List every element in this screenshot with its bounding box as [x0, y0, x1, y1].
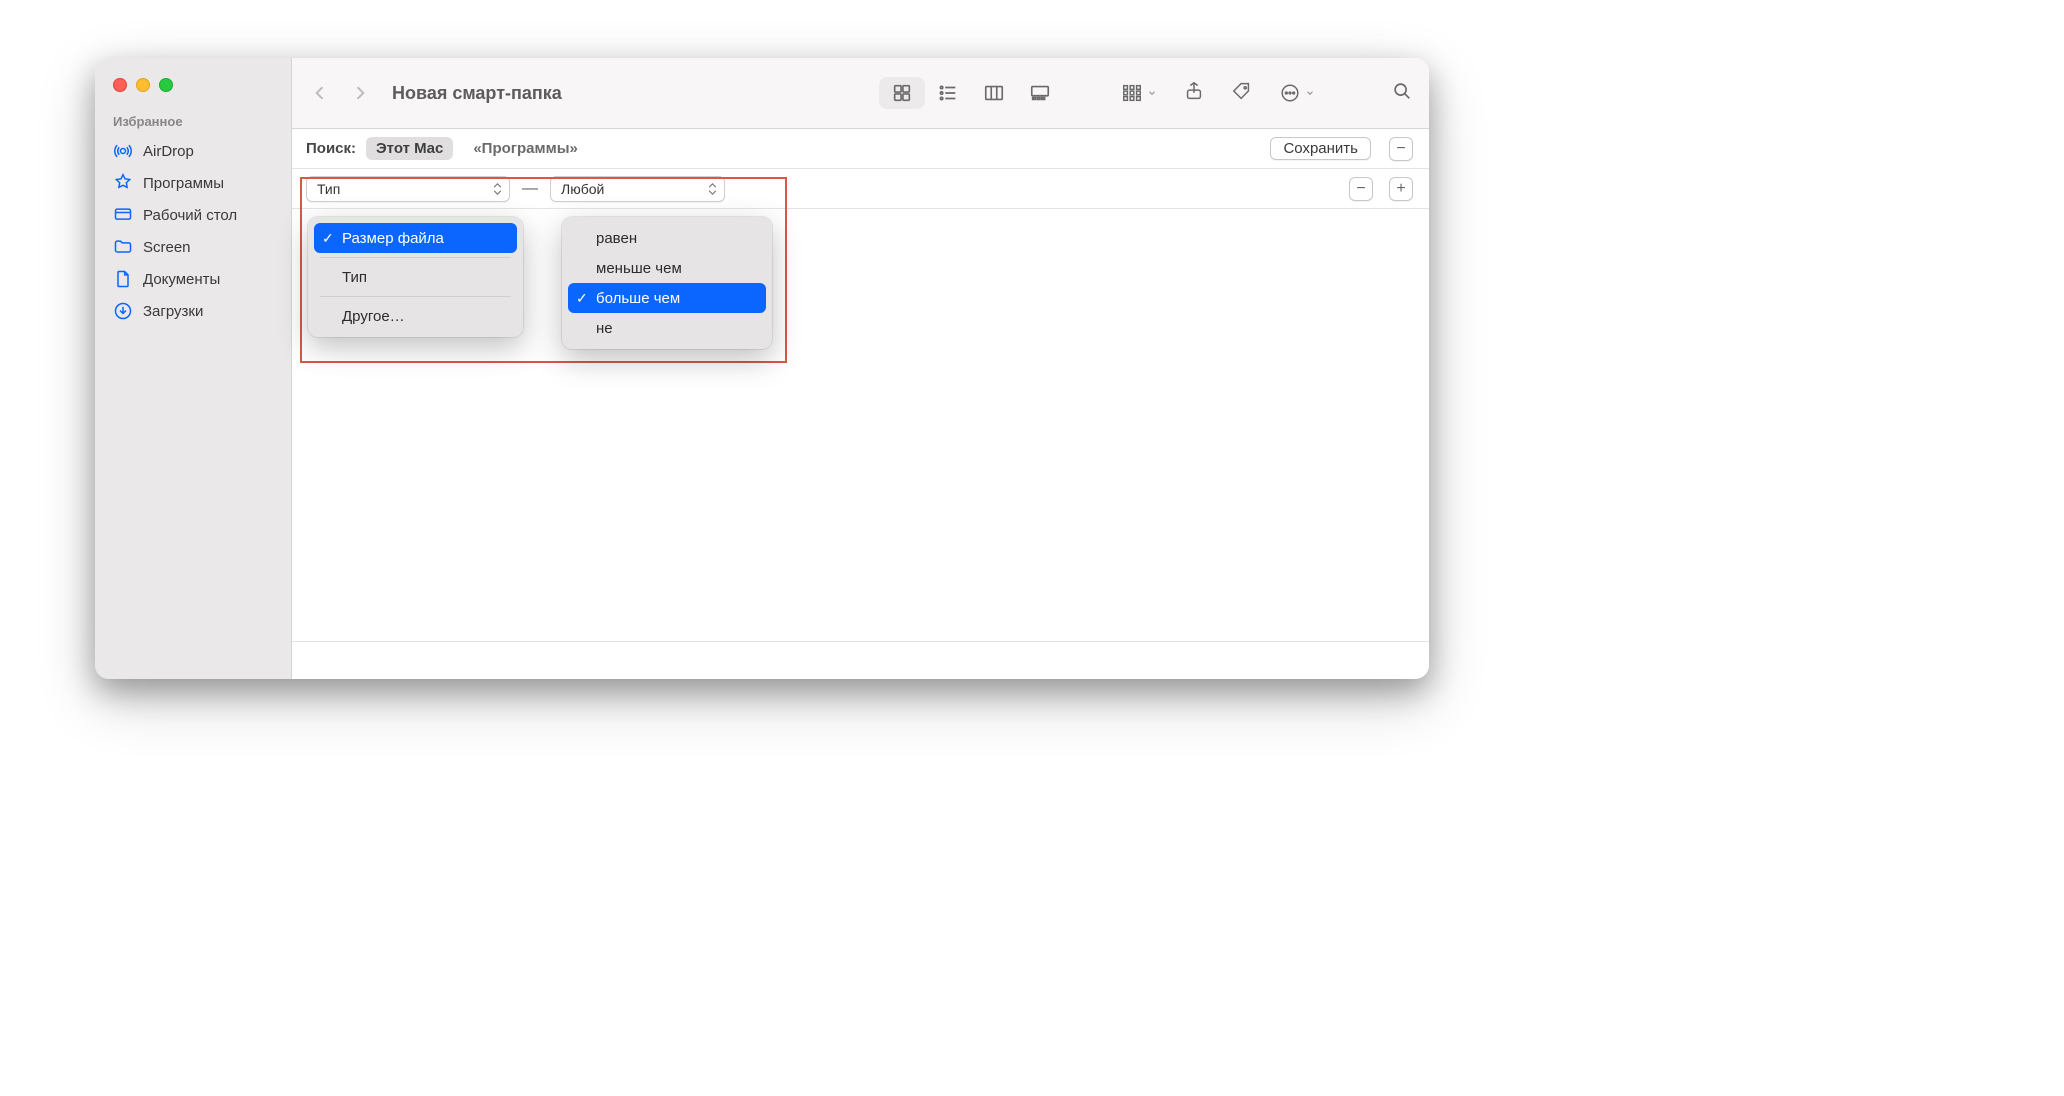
menu-item-greater-than[interactable]: больше чем	[568, 283, 766, 313]
stepper-icon	[708, 180, 718, 198]
criteria-attribute-select[interactable]: Тип	[306, 176, 510, 202]
sidebar-item-applications[interactable]: Программы	[95, 167, 291, 199]
criteria-row: Тип — Любой − +	[292, 169, 1429, 209]
sidebar-item-label: Screen	[143, 239, 191, 256]
sidebar-item-airdrop[interactable]: AirDrop	[95, 135, 291, 167]
sidebar-item-label: Программы	[143, 175, 224, 192]
back-button[interactable]	[310, 83, 330, 103]
view-icon-button[interactable]	[879, 77, 925, 109]
menu-item-label: больше чем	[596, 290, 680, 307]
desktop-icon	[113, 205, 133, 225]
airdrop-icon	[113, 141, 133, 161]
group-by-button[interactable]	[1121, 82, 1157, 104]
criteria-value: Любой	[561, 181, 604, 197]
sidebar-item-downloads[interactable]: Загрузки	[95, 295, 291, 327]
sidebar-item-label: AirDrop	[143, 143, 194, 160]
toolbar: Новая смарт-папка	[292, 58, 1429, 129]
stepper-icon	[493, 180, 503, 198]
criteria-value-select[interactable]: Любой	[550, 176, 725, 202]
actions-menu-button[interactable]	[1279, 82, 1315, 104]
menu-item-label: равен	[596, 230, 637, 247]
window-title: Новая смарт-папка	[392, 83, 562, 104]
search-label: Поиск:	[306, 140, 356, 157]
main-area: Новая смарт-папка	[292, 58, 1429, 679]
search-scope-row: Поиск: Этот Mac «Программы» Сохранить −	[292, 129, 1429, 169]
criteria-attribute-value: Тип	[317, 181, 340, 197]
menu-item-label: не	[596, 320, 613, 337]
menu-item-label: Размер файла	[342, 230, 444, 247]
remove-criteria-button[interactable]: −	[1349, 177, 1373, 201]
sidebar-item-screen[interactable]: Screen	[95, 231, 291, 263]
sidebar-item-label: Загрузки	[143, 303, 203, 320]
window-controls	[95, 72, 291, 108]
menu-item-type[interactable]: Тип	[314, 262, 517, 292]
tags-button[interactable]	[1231, 80, 1253, 107]
folder-icon	[113, 237, 133, 257]
menu-item-label: Тип	[342, 269, 367, 286]
documents-icon	[113, 269, 133, 289]
sidebar-section-favorites: Избранное	[95, 108, 291, 135]
criteria-separator: —	[522, 180, 538, 198]
forward-button[interactable]	[350, 83, 370, 103]
add-criteria-button[interactable]: +	[1389, 177, 1413, 201]
view-gallery-button[interactable]	[1017, 77, 1063, 109]
menu-separator	[320, 257, 511, 258]
remove-scope-button[interactable]: −	[1389, 137, 1413, 161]
minimize-window-button[interactable]	[136, 78, 150, 92]
sidebar-item-label: Документы	[143, 271, 220, 288]
sidebar-item-desktop[interactable]: Рабочий стол	[95, 199, 291, 231]
comparator-popover: равен меньше чем больше чем не	[562, 217, 772, 349]
scope-this-mac[interactable]: Этот Mac	[366, 137, 453, 160]
nav-arrows	[310, 83, 370, 103]
share-button[interactable]	[1183, 80, 1205, 107]
toolbar-actions	[1121, 80, 1413, 107]
save-button[interactable]: Сохранить	[1270, 137, 1371, 160]
applications-icon	[113, 173, 133, 193]
view-list-button[interactable]	[925, 77, 971, 109]
scope-applications[interactable]: «Программы»	[463, 137, 588, 160]
sidebar-item-documents[interactable]: Документы	[95, 263, 291, 295]
sidebar-item-label: Рабочий стол	[143, 207, 237, 224]
menu-item-label: Другое…	[342, 308, 405, 325]
menu-item-label: меньше чем	[596, 260, 682, 277]
search-button[interactable]	[1391, 80, 1413, 107]
menu-item-less-than[interactable]: меньше чем	[568, 253, 766, 283]
menu-separator	[320, 296, 511, 297]
close-window-button[interactable]	[113, 78, 127, 92]
attribute-popover: Размер файла Тип Другое…	[308, 217, 523, 337]
menu-item-not[interactable]: не	[568, 313, 766, 343]
downloads-icon	[113, 301, 133, 321]
menu-item-filesize[interactable]: Размер файла	[314, 223, 517, 253]
zoom-window-button[interactable]	[159, 78, 173, 92]
menu-item-equals[interactable]: равен	[568, 223, 766, 253]
finder-window: Избранное AirDrop Программы	[95, 58, 1429, 679]
menu-item-other[interactable]: Другое…	[314, 301, 517, 331]
status-bar	[292, 641, 1429, 679]
sidebar: Избранное AirDrop Программы	[95, 58, 292, 679]
view-column-button[interactable]	[971, 77, 1017, 109]
view-switcher	[879, 77, 1063, 109]
